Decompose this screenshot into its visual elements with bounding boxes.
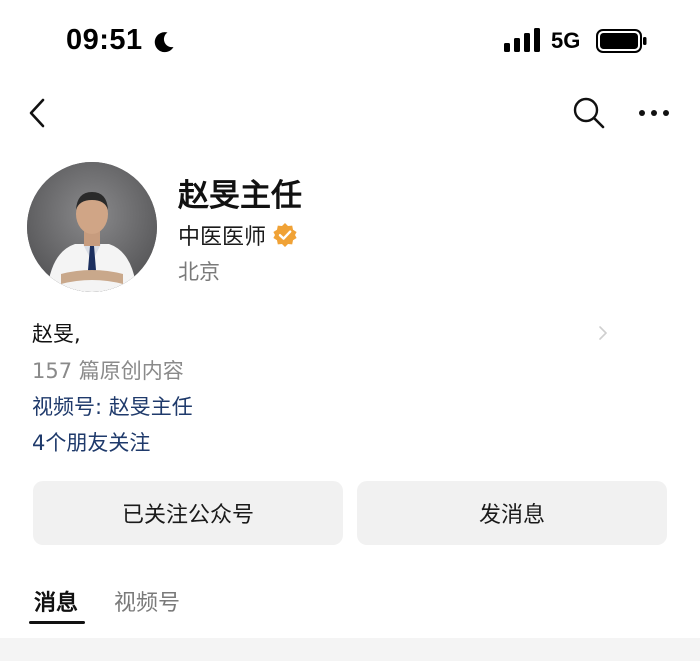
article-count: 157 篇原创内容 bbox=[32, 359, 184, 383]
profile-title: 中医医师 bbox=[178, 225, 267, 250]
tab-video-channel[interactable]: 视频号 bbox=[114, 585, 180, 617]
network-type: 5G bbox=[551, 28, 581, 53]
back-button[interactable] bbox=[20, 94, 54, 132]
profile-name: 赵旻主任 bbox=[178, 178, 302, 214]
followed-account-button[interactable]: 已关注公众号 bbox=[33, 481, 343, 545]
profile-bio-text: 赵旻, bbox=[32, 322, 81, 346]
friends-following-link[interactable]: 4个朋友关注 bbox=[32, 427, 150, 457]
moon-icon bbox=[154, 32, 174, 53]
verified-badge-icon bbox=[273, 223, 297, 247]
battery-icon bbox=[596, 29, 647, 53]
avatar-photo bbox=[27, 162, 157, 292]
status-time: 09:51 bbox=[66, 24, 143, 56]
profile-bio[interactable]: 赵旻, bbox=[32, 318, 612, 348]
nav-bar bbox=[0, 84, 700, 142]
chevron-right-icon bbox=[599, 326, 608, 340]
more-icon[interactable] bbox=[634, 94, 674, 132]
signal-icon bbox=[504, 28, 540, 52]
status-bar: 09:51 5G bbox=[0, 0, 700, 84]
content-divider bbox=[0, 638, 700, 661]
tab-messages[interactable]: 消息 bbox=[34, 585, 78, 617]
profile-title-row: 中医医师 bbox=[178, 219, 298, 251]
profile-location: 北京 bbox=[178, 260, 220, 284]
video-channel-link[interactable]: 视频号: 赵旻主任 bbox=[32, 391, 193, 421]
back-arrow-icon bbox=[29, 98, 45, 128]
tab-bar: 消息 视频号 bbox=[0, 580, 700, 630]
send-message-button[interactable]: 发消息 bbox=[357, 481, 667, 545]
active-tab-indicator bbox=[29, 621, 85, 624]
search-icon[interactable] bbox=[570, 94, 608, 132]
avatar[interactable] bbox=[27, 162, 157, 292]
